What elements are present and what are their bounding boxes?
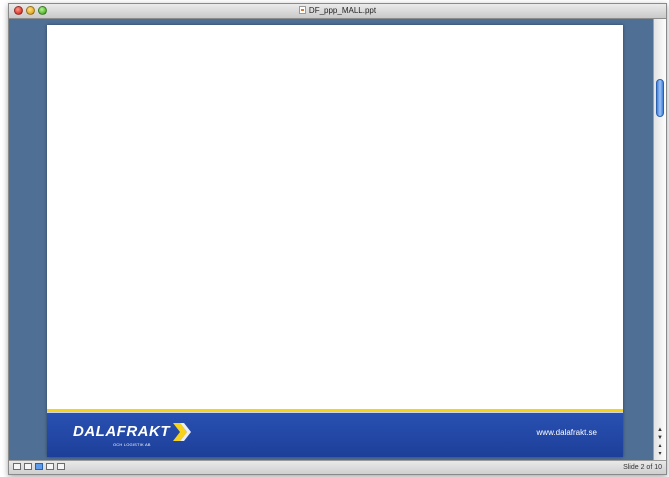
slide-nav-arrows: ▲ ▼ ▴ ▾: [655, 426, 665, 460]
slide-sorter-icon[interactable]: [46, 463, 54, 470]
outline-view-icon[interactable]: [24, 463, 32, 470]
normal-view-icon[interactable]: [13, 463, 21, 470]
scroll-thumb[interactable]: [656, 79, 664, 117]
slide-indicator: Slide 2 of 10: [623, 464, 662, 471]
scroll-up-icon[interactable]: ▴: [655, 442, 665, 450]
website-text: www.dalafrakt.se: [536, 428, 597, 437]
ppt-file-icon: [298, 6, 306, 14]
vertical-scrollbar[interactable]: ▲ ▼ ▴ ▾: [653, 19, 666, 462]
status-bar: Slide 2 of 10: [9, 460, 666, 474]
logo-subtitle: OCH LOGISTIK AB: [113, 442, 151, 447]
presentation-window: DF_ppp_MALL.ppt DALAFRAKT OCH LOGISTIK A…: [8, 3, 667, 475]
slide[interactable]: DALAFRAKT OCH LOGISTIK AB www.dalafrakt.…: [47, 25, 623, 457]
window-title-text: DF_ppp_MALL.ppt: [308, 6, 377, 15]
previous-slide-icon[interactable]: ▲: [655, 426, 665, 434]
slide-view-icon[interactable]: [35, 463, 43, 470]
window-title: DF_ppp_MALL.ppt: [9, 5, 666, 17]
next-slide-icon[interactable]: ▼: [655, 434, 665, 442]
slideshow-icon[interactable]: [57, 463, 65, 470]
logo-chevron-icon: [173, 423, 191, 441]
footer-divider: [47, 412, 623, 413]
slide-footer: DALAFRAKT OCH LOGISTIK AB www.dalafrakt.…: [47, 409, 623, 457]
dalafrakt-logo-text: DALAFRAKT: [73, 423, 170, 440]
title-bar[interactable]: DF_ppp_MALL.ppt: [9, 4, 666, 19]
scroll-down-icon[interactable]: ▾: [655, 450, 665, 458]
slide-canvas: DALAFRAKT OCH LOGISTIK AB www.dalafrakt.…: [9, 19, 654, 462]
